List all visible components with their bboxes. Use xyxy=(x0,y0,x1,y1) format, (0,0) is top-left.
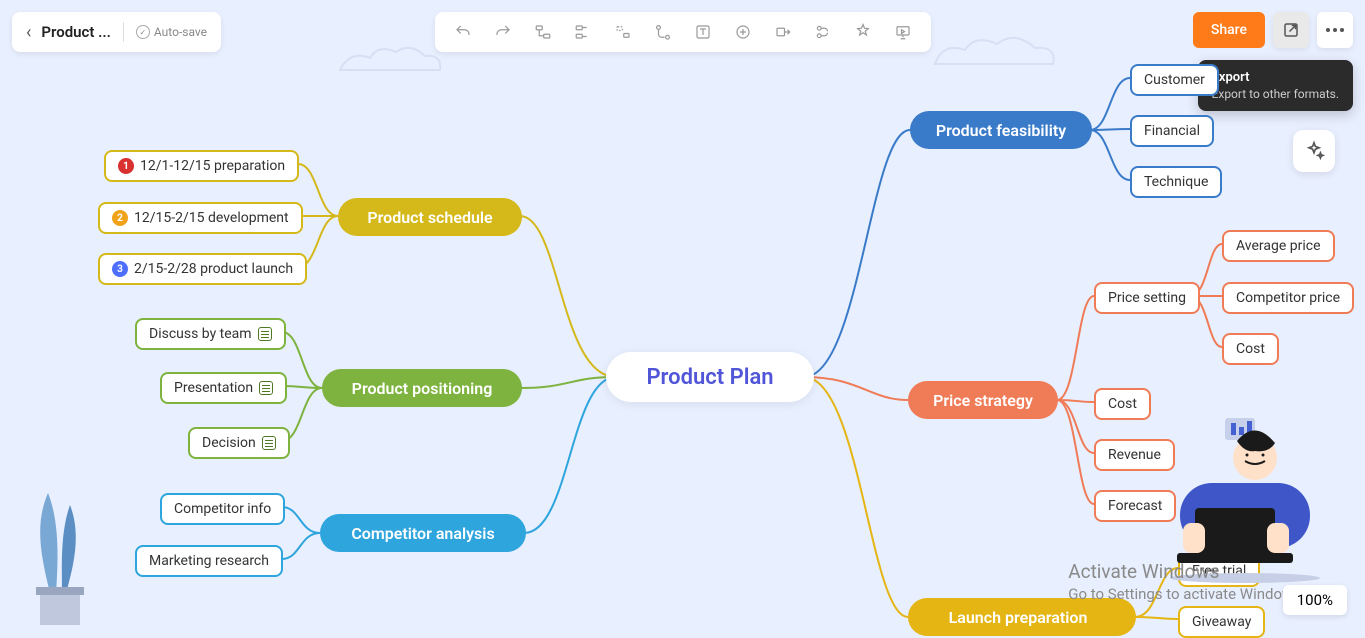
leaf-launch-giveaway[interactable]: Giveaway xyxy=(1178,606,1265,638)
insert-button[interactable] xyxy=(723,12,763,52)
text-button[interactable] xyxy=(683,12,723,52)
leaf-schedule-preparation[interactable]: 112/1-12/15 preparation xyxy=(104,150,299,182)
note-icon xyxy=(258,327,272,341)
file-bar: ‹ Product ... Auto-save xyxy=(12,12,221,52)
branch-competitor-analysis[interactable]: Competitor analysis xyxy=(320,514,526,552)
back-button[interactable]: ‹ xyxy=(26,22,31,43)
document-title[interactable]: Product ... xyxy=(41,23,111,41)
export-button[interactable] xyxy=(1273,12,1309,48)
leaf-schedule-development[interactable]: 212/15-2/15 development xyxy=(98,202,303,234)
autosave-indicator: Auto-save xyxy=(136,25,207,39)
floating-topic-button[interactable] xyxy=(603,12,643,52)
branch-price-strategy[interactable]: Price strategy xyxy=(908,381,1058,419)
leaf-feasibility-technique[interactable]: Technique xyxy=(1130,166,1222,198)
ai-assist-button[interactable] xyxy=(1293,130,1335,172)
tooltip-title: Export xyxy=(1212,70,1339,85)
leaf-price-revenue[interactable]: Revenue xyxy=(1094,439,1175,471)
boundary-button[interactable] xyxy=(763,12,803,52)
leaf-positioning-discuss[interactable]: Discuss by team xyxy=(135,318,286,350)
share-button[interactable]: Share xyxy=(1193,12,1265,48)
top-right-actions: Share xyxy=(1193,12,1353,48)
leaf-positioning-decision[interactable]: Decision xyxy=(188,427,290,459)
style-button[interactable] xyxy=(843,12,883,52)
priority-2-icon: 2 xyxy=(112,210,128,226)
tooltip-desc: Export to other formats. xyxy=(1212,87,1339,101)
zoom-indicator[interactable]: 100% xyxy=(1283,585,1347,615)
topic-button[interactable] xyxy=(563,12,603,52)
leaf-avg-price[interactable]: Average price xyxy=(1222,230,1335,262)
priority-3-icon: 3 xyxy=(112,261,128,277)
leaf-schedule-launch[interactable]: 32/15-2/28 product launch xyxy=(98,253,307,285)
branch-product-feasibility[interactable]: Product feasibility xyxy=(910,111,1092,149)
leaf-price-forecast[interactable]: Forecast xyxy=(1094,490,1176,522)
leaf-feasibility-financial[interactable]: Financial xyxy=(1130,115,1214,147)
summary-button[interactable] xyxy=(803,12,843,52)
present-button[interactable] xyxy=(883,12,923,52)
leaf-price-cost[interactable]: Cost xyxy=(1094,388,1151,420)
leaf-competitor-info[interactable]: Competitor info xyxy=(160,493,285,525)
root-node[interactable]: Product Plan xyxy=(606,352,814,402)
plant-illustration xyxy=(10,483,110,633)
leaf-marketing-research[interactable]: Marketing research xyxy=(135,545,283,577)
cloud-decoration xyxy=(925,30,1065,75)
branch-product-positioning[interactable]: Product positioning xyxy=(322,369,522,407)
redo-button[interactable] xyxy=(483,12,523,52)
subtopic-button[interactable] xyxy=(523,12,563,52)
undo-button[interactable] xyxy=(443,12,483,52)
leaf-price-setting[interactable]: Price setting xyxy=(1094,282,1200,314)
leaf-launch-freetrial[interactable]: Free trial xyxy=(1178,555,1260,587)
note-icon xyxy=(262,436,276,450)
branch-product-schedule[interactable]: Product schedule xyxy=(338,198,522,236)
branch-launch-preparation[interactable]: Launch preparation xyxy=(908,598,1136,636)
leaf-cost-sub[interactable]: Cost xyxy=(1222,333,1279,365)
leaf-competitor-price[interactable]: Competitor price xyxy=(1222,282,1354,314)
main-toolbar xyxy=(435,12,931,52)
leaf-feasibility-customer[interactable]: Customer xyxy=(1130,64,1219,96)
leaf-positioning-presentation[interactable]: Presentation xyxy=(160,372,287,404)
note-icon xyxy=(259,381,273,395)
export-tooltip: Export Export to other formats. xyxy=(1198,60,1353,111)
more-button[interactable] xyxy=(1317,12,1353,48)
relationship-button[interactable] xyxy=(643,12,683,52)
priority-1-icon: 1 xyxy=(118,158,134,174)
cloud-decoration xyxy=(330,40,450,80)
divider xyxy=(123,22,124,42)
